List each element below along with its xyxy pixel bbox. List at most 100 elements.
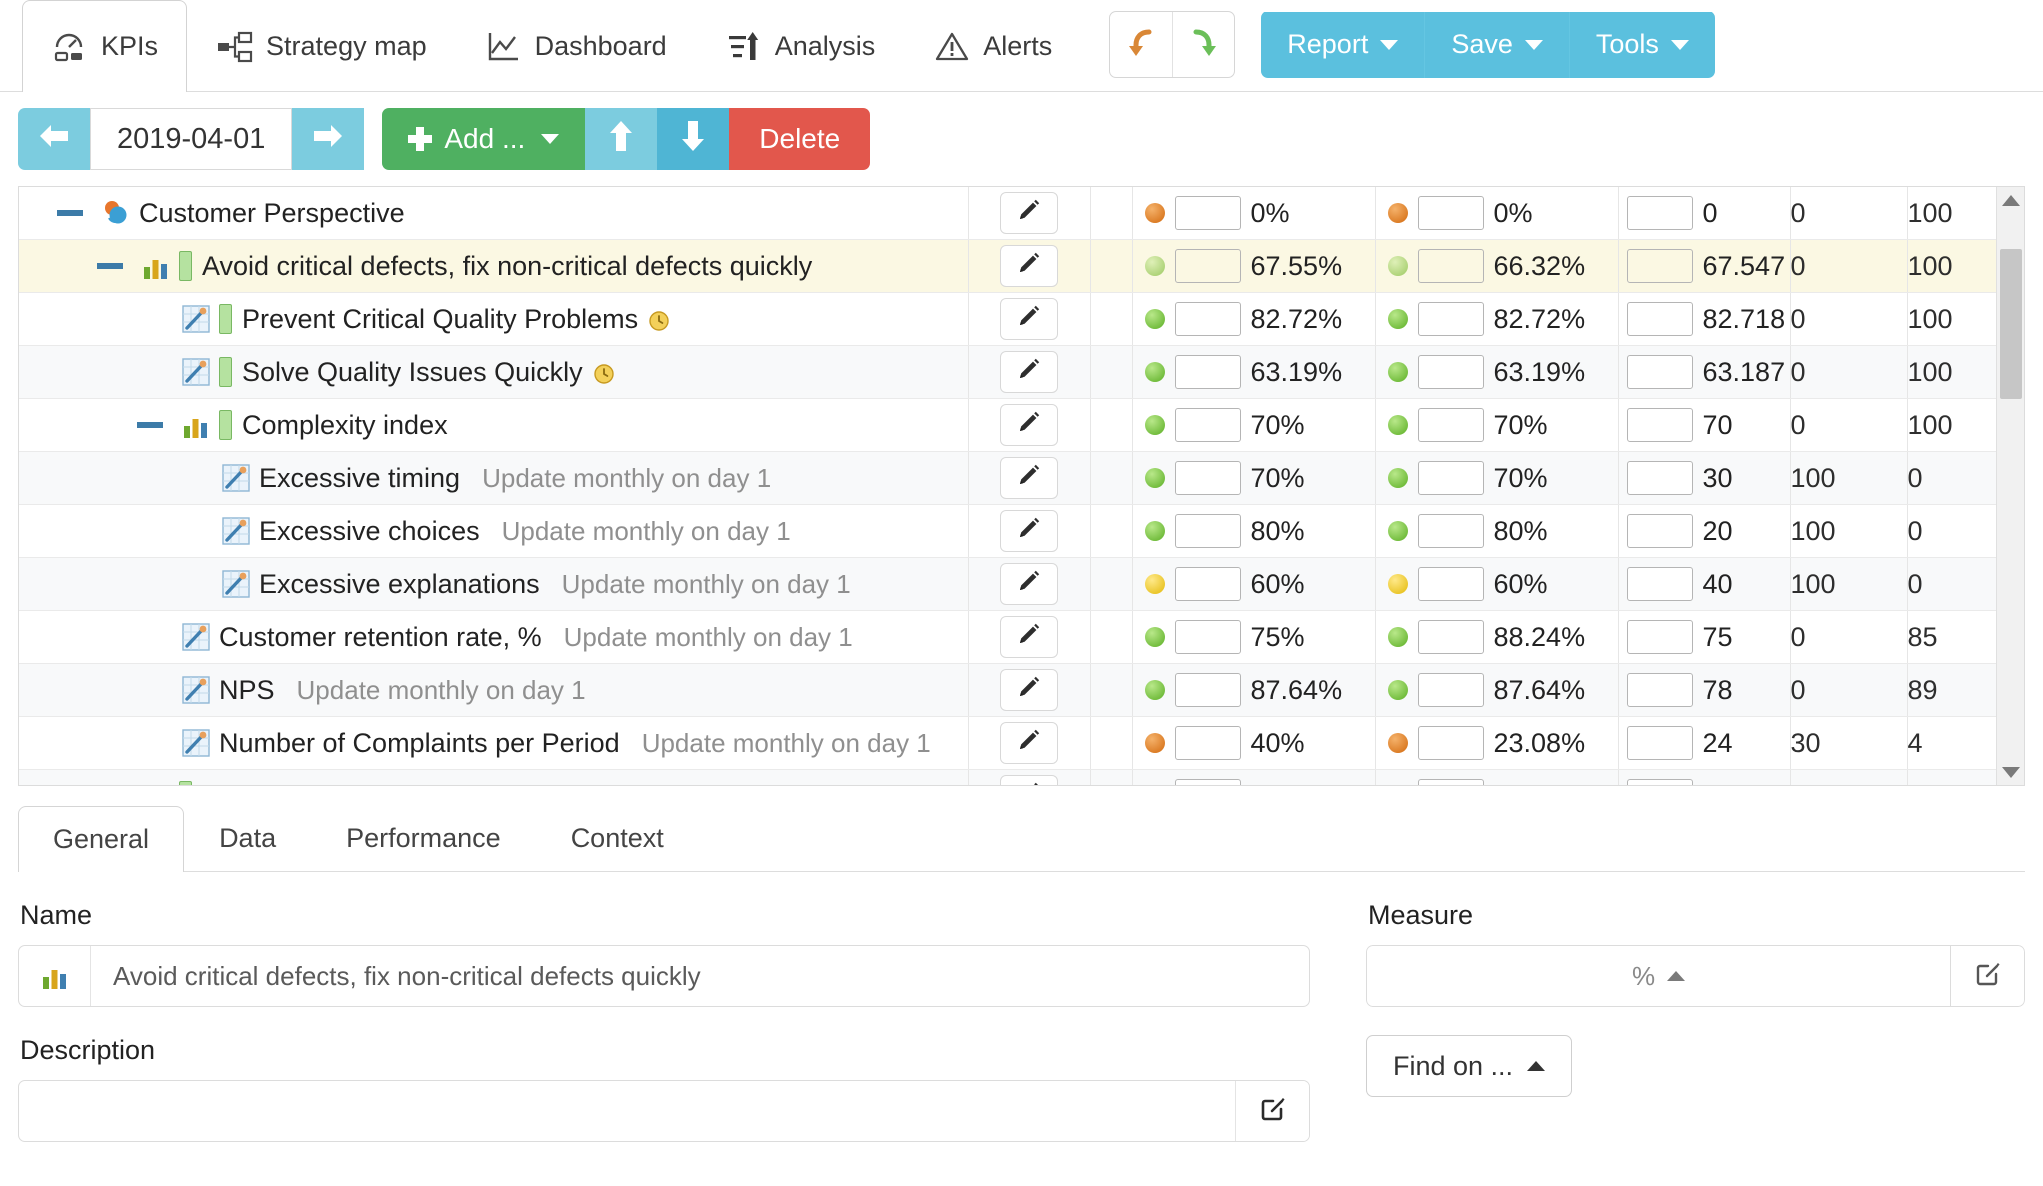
nav-tab-dashboard[interactable]: Dashboard bbox=[456, 0, 696, 92]
tree-toggle-icon[interactable] bbox=[137, 422, 163, 428]
value-input[interactable] bbox=[1626, 461, 1693, 495]
cell-name: Customer Perspective bbox=[19, 187, 968, 240]
progress-input[interactable] bbox=[1417, 726, 1484, 760]
value-input[interactable] bbox=[1626, 514, 1693, 548]
table-row[interactable]: Excessive explanations Update monthly on … bbox=[19, 557, 2024, 611]
tree-toggle-icon[interactable] bbox=[97, 263, 123, 269]
delete-button[interactable]: Delete bbox=[729, 108, 871, 170]
value-input[interactable] bbox=[1626, 567, 1693, 601]
cell-spacer bbox=[1089, 239, 1132, 293]
table-row[interactable]: Customer Perspective 0% 0% 0 0 100 bbox=[19, 187, 2024, 240]
scrollbar-thumb[interactable] bbox=[2000, 249, 2022, 399]
progress-input[interactable] bbox=[1174, 461, 1241, 495]
value-input[interactable] bbox=[1626, 302, 1693, 336]
row-edit-button[interactable] bbox=[1000, 669, 1058, 711]
add-button[interactable]: Add ... bbox=[382, 108, 586, 170]
progress-input[interactable] bbox=[1417, 620, 1484, 654]
value-input[interactable] bbox=[1626, 620, 1693, 654]
table-row[interactable]: Avoid critical defects, fix non-critical… bbox=[19, 239, 2024, 293]
scroll-down-arrow-icon[interactable] bbox=[1997, 759, 2024, 785]
tab-data[interactable]: Data bbox=[184, 805, 311, 871]
nav-tab-alerts[interactable]: Alerts bbox=[904, 0, 1081, 92]
progress-input[interactable] bbox=[1174, 779, 1241, 785]
value-input[interactable] bbox=[1626, 779, 1693, 785]
report-menu-button[interactable]: Report bbox=[1261, 11, 1426, 78]
row-edit-button[interactable] bbox=[1000, 298, 1058, 340]
progress-input[interactable] bbox=[1174, 620, 1241, 654]
row-edit-button[interactable] bbox=[1000, 192, 1058, 234]
progress-input[interactable] bbox=[1417, 673, 1484, 707]
progress-input[interactable] bbox=[1174, 302, 1241, 336]
row-edit-button[interactable] bbox=[1000, 245, 1058, 287]
table-row[interactable]: Complexity index 70% 70% 70 0 100 bbox=[19, 398, 2024, 452]
table-row[interactable]: Solve Quality Issues Quickly 63.19% 63.19%… bbox=[19, 345, 2024, 399]
row-edit-button[interactable] bbox=[1000, 351, 1058, 393]
tree-toggle-icon[interactable] bbox=[57, 210, 83, 216]
table-row[interactable]: Excessive timing Update monthly on day 1 7… bbox=[19, 451, 2024, 505]
row-edit-button[interactable] bbox=[1000, 404, 1058, 446]
progress-input[interactable] bbox=[1174, 514, 1241, 548]
table-row[interactable]: Customer retention rate, % Update monthly… bbox=[19, 610, 2024, 664]
name-input[interactable] bbox=[91, 946, 1309, 1006]
progress-input[interactable] bbox=[1417, 302, 1484, 336]
progress-input[interactable] bbox=[1417, 514, 1484, 548]
progress-input[interactable] bbox=[1174, 355, 1241, 389]
value-input[interactable] bbox=[1626, 673, 1693, 707]
progress-input[interactable] bbox=[1417, 249, 1484, 283]
description-input[interactable] bbox=[19, 1081, 1235, 1141]
save-menu-button[interactable]: Save bbox=[1425, 11, 1570, 78]
row-edit-button[interactable] bbox=[1000, 722, 1058, 764]
progress-input[interactable] bbox=[1174, 673, 1241, 707]
value-input[interactable] bbox=[1626, 355, 1693, 389]
progress-input[interactable] bbox=[1174, 567, 1241, 601]
progress-input[interactable] bbox=[1417, 461, 1484, 495]
value-input[interactable] bbox=[1626, 196, 1693, 230]
table-row[interactable]: Excessive choices Update monthly on day 1… bbox=[19, 504, 2024, 558]
value-input[interactable] bbox=[1626, 249, 1693, 283]
table-row[interactable]: Maintainable product96.94%83.33%96.93901… bbox=[19, 769, 2024, 785]
table-row[interactable]: Number of Complaints per Period Update mo… bbox=[19, 716, 2024, 770]
table-row[interactable]: NPS Update monthly on day 1 87.64% 87.64% 78… bbox=[19, 663, 2024, 717]
table-row[interactable]: Prevent Critical Quality Problems 82.72% 8… bbox=[19, 292, 2024, 346]
previous-period-button[interactable] bbox=[18, 108, 90, 170]
row-edit-button[interactable] bbox=[1000, 563, 1058, 605]
delete-button-label: Delete bbox=[759, 123, 841, 154]
progress-input[interactable] bbox=[1417, 408, 1484, 442]
value-input[interactable] bbox=[1626, 726, 1693, 760]
measure-select[interactable]: % bbox=[1366, 945, 1951, 1007]
description-edit-button[interactable] bbox=[1235, 1081, 1309, 1141]
redo-button[interactable] bbox=[1172, 12, 1234, 77]
move-down-button[interactable] bbox=[657, 108, 730, 170]
grid-vertical-scrollbar[interactable] bbox=[1996, 187, 2024, 785]
next-period-button[interactable] bbox=[292, 108, 365, 170]
period-date-display[interactable]: 2019-04-01 bbox=[90, 108, 293, 170]
progress-input[interactable] bbox=[1417, 196, 1484, 230]
progress-input[interactable] bbox=[1174, 408, 1241, 442]
nav-tab-kpis[interactable]: KPIs bbox=[22, 0, 188, 93]
tools-menu-button[interactable]: Tools bbox=[1569, 11, 1715, 78]
tab-performance[interactable]: Performance bbox=[311, 805, 536, 871]
measure-edit-button[interactable] bbox=[1951, 945, 2025, 1007]
row-edit-button[interactable] bbox=[1000, 616, 1058, 658]
progress-input[interactable] bbox=[1174, 249, 1241, 283]
move-up-button[interactable] bbox=[585, 108, 658, 170]
progress-input[interactable] bbox=[1417, 567, 1484, 601]
tab-context[interactable]: Context bbox=[536, 805, 699, 871]
value-input[interactable] bbox=[1626, 408, 1693, 442]
scroll-up-arrow-icon[interactable] bbox=[1997, 187, 2024, 213]
progress-input[interactable] bbox=[1174, 196, 1241, 230]
nav-tab-analysis[interactable]: Analysis bbox=[696, 0, 905, 92]
row-edit-button[interactable] bbox=[1000, 775, 1058, 785]
find-on-label: Find on ... bbox=[1393, 1050, 1514, 1081]
edit-square-icon bbox=[1974, 960, 2002, 993]
chevron-up-icon bbox=[1667, 971, 1686, 981]
row-edit-button[interactable] bbox=[1000, 457, 1058, 499]
nav-tab-strategy-map[interactable]: Strategy map bbox=[187, 0, 456, 92]
progress-input[interactable] bbox=[1417, 355, 1484, 389]
tab-general[interactable]: General bbox=[18, 806, 185, 872]
find-on-button[interactable]: Find on ... bbox=[1366, 1035, 1573, 1097]
row-edit-button[interactable] bbox=[1000, 510, 1058, 552]
undo-button[interactable] bbox=[1110, 12, 1172, 77]
progress-input[interactable] bbox=[1174, 726, 1241, 760]
progress-input[interactable] bbox=[1417, 779, 1484, 785]
